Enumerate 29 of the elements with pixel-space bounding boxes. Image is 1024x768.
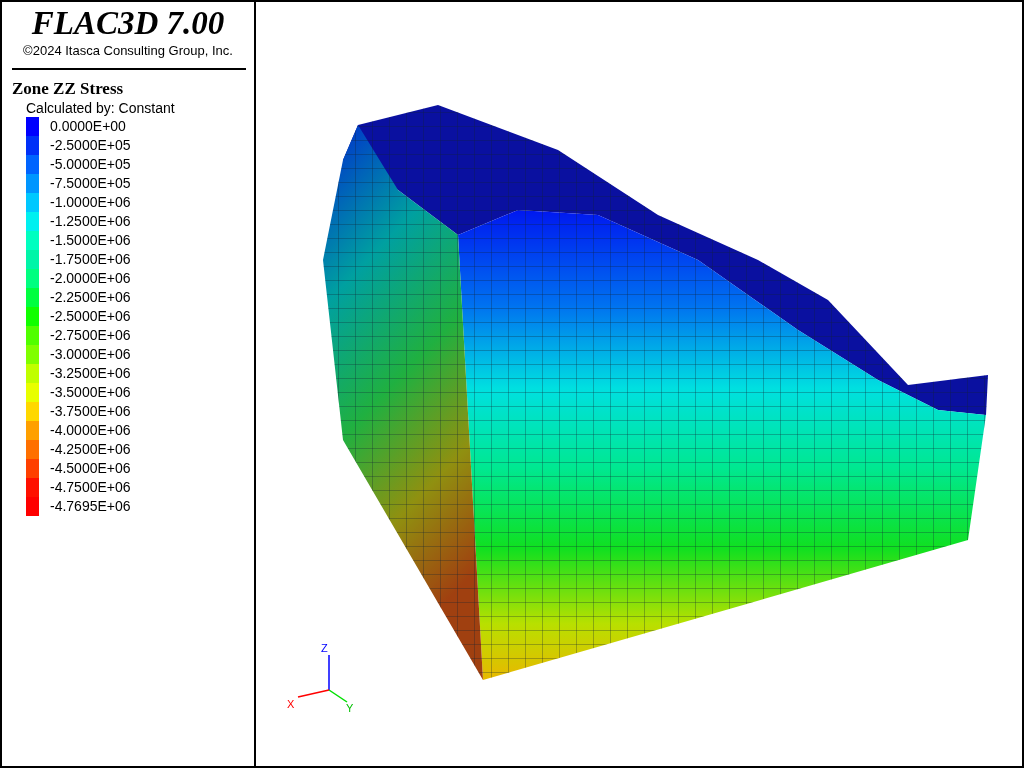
legend-label: -4.7695E+06 bbox=[50, 497, 131, 516]
legend-label: -2.2500E+06 bbox=[50, 288, 131, 307]
legend-label: -4.7500E+06 bbox=[50, 478, 131, 497]
legend-label: -2.5000E+05 bbox=[50, 136, 131, 155]
axis-label: Y bbox=[346, 702, 354, 714]
legend-label: 0.0000E+00 bbox=[50, 117, 126, 136]
legend-label: -2.0000E+06 bbox=[50, 269, 131, 288]
axis-triad-icon bbox=[297, 654, 348, 703]
legend-label: -3.5000E+06 bbox=[50, 383, 131, 402]
app-title: FLAC3D 7.00 bbox=[31, 4, 225, 42]
legend-label: -5.0000E+05 bbox=[50, 155, 131, 174]
legend-subtitle: Calculated by: Constant bbox=[26, 99, 175, 117]
legend-label: -3.2500E+06 bbox=[50, 364, 131, 383]
legend-label: -2.7500E+06 bbox=[50, 326, 131, 345]
legend-label: -4.5000E+06 bbox=[50, 459, 131, 478]
legend-label: -3.0000E+06 bbox=[50, 345, 131, 364]
legend-label: -4.0000E+06 bbox=[50, 421, 131, 440]
legend-label: -1.5000E+06 bbox=[50, 231, 131, 250]
copyright-text: ©2024 Itasca Consulting Group, Inc. bbox=[23, 42, 233, 60]
legend-label: -4.2500E+06 bbox=[50, 440, 131, 459]
legend-title: Zone ZZ Stress bbox=[12, 79, 124, 99]
legend-label: -1.0000E+06 bbox=[50, 193, 131, 212]
legend-label: -1.2500E+06 bbox=[50, 212, 131, 231]
legend-label: -7.5000E+05 bbox=[50, 174, 131, 193]
axis-label: Z bbox=[321, 642, 328, 654]
legend-label: -3.7500E+06 bbox=[50, 402, 131, 421]
legend-label: -2.5000E+06 bbox=[50, 307, 131, 326]
legend-label: -1.7500E+06 bbox=[50, 250, 131, 269]
axis-label: X bbox=[287, 698, 295, 710]
